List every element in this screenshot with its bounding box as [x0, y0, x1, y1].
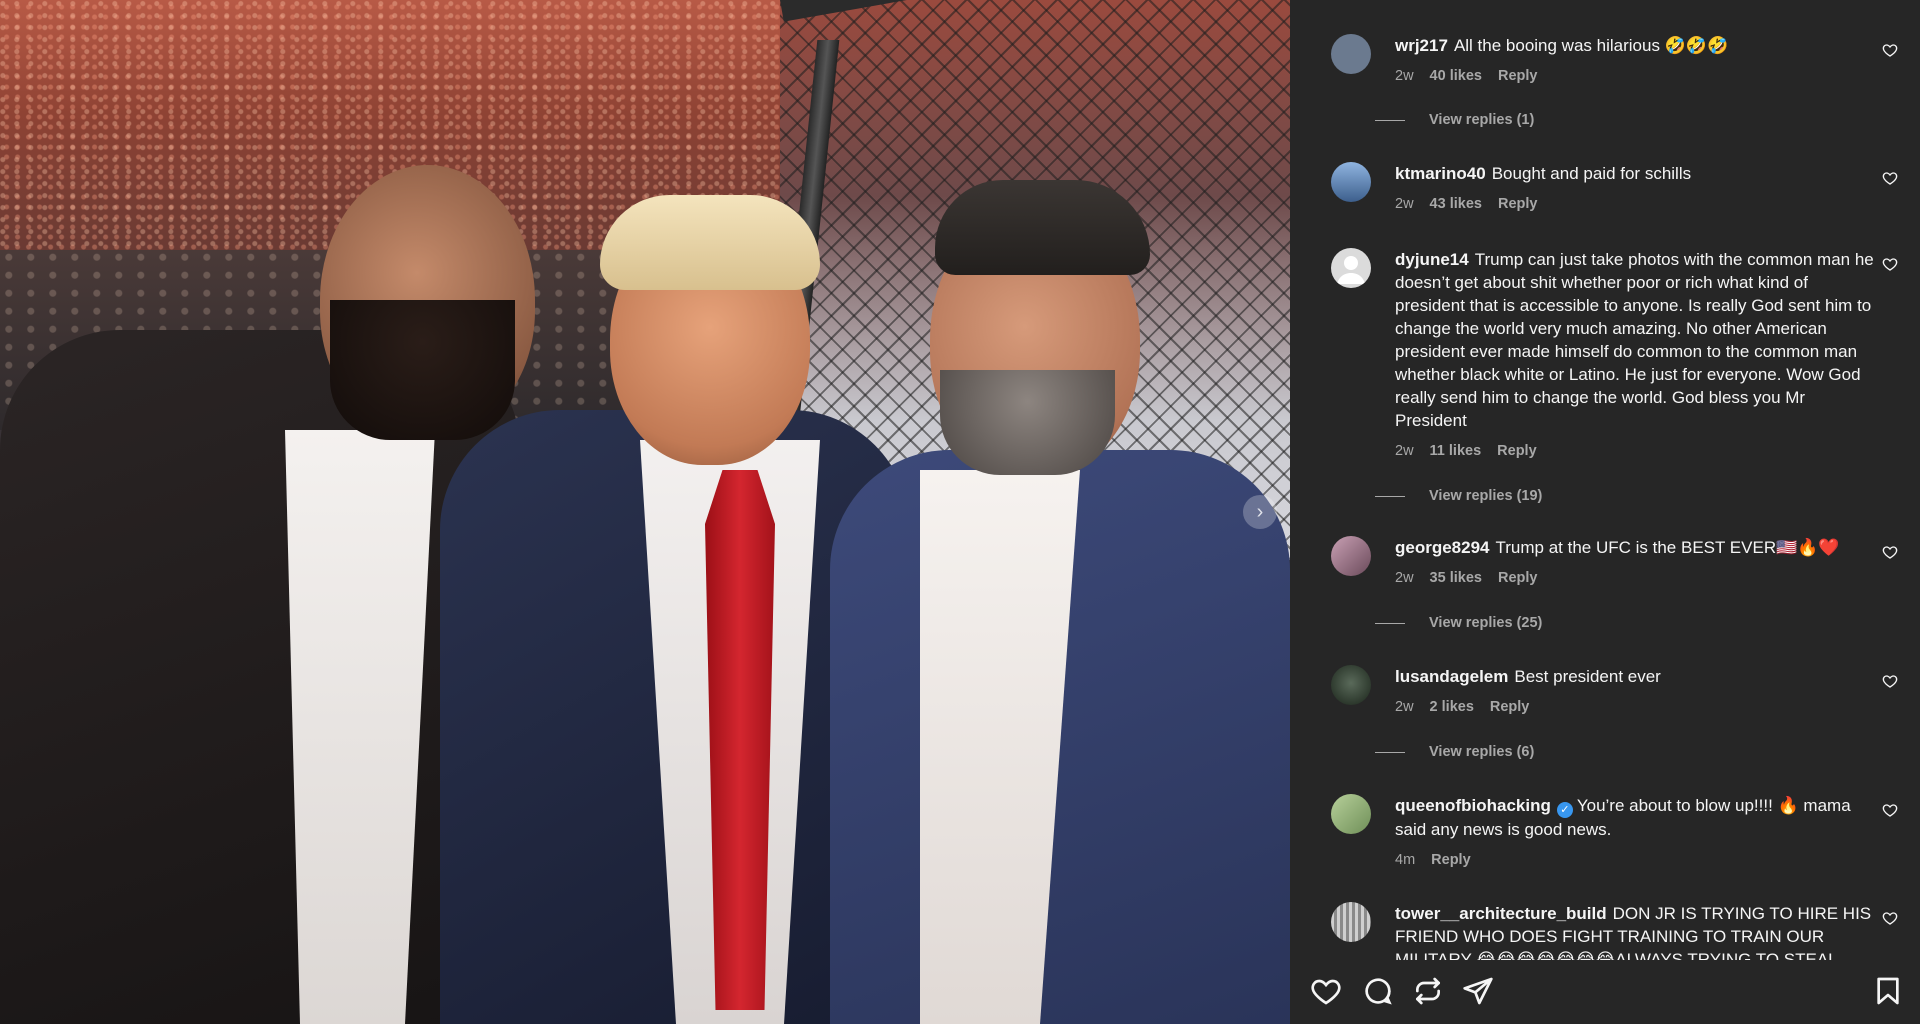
comment-likes[interactable]: 35 likes: [1430, 570, 1482, 586]
heart-icon[interactable]: [1310, 975, 1342, 1007]
heart-icon[interactable]: [1882, 802, 1898, 818]
post-photo[interactable]: ›: [0, 0, 1290, 1024]
heart-icon[interactable]: [1882, 544, 1898, 560]
avatar[interactable]: [1331, 248, 1371, 288]
view-replies-button[interactable]: View replies (25): [1375, 615, 1542, 631]
comment-time[interactable]: 2w: [1395, 443, 1414, 459]
comment-username[interactable]: dyjune14: [1395, 250, 1469, 269]
send-icon[interactable]: [1462, 975, 1494, 1007]
comment-icon[interactable]: [1362, 975, 1394, 1007]
comment-username[interactable]: lusandagelem: [1395, 667, 1508, 686]
view-replies-button[interactable]: View replies (6): [1375, 744, 1534, 760]
comment-username[interactable]: tower__architecture_build: [1395, 904, 1607, 923]
avatar[interactable]: [1331, 902, 1371, 942]
view-replies-label: View replies (25): [1429, 615, 1543, 631]
post-action-bar: [1290, 975, 1920, 1024]
repost-icon[interactable]: [1412, 975, 1444, 1007]
comment-username[interactable]: wrj217: [1395, 36, 1448, 55]
reply-button[interactable]: Reply: [1497, 443, 1537, 459]
comment-time[interactable]: 2w: [1395, 68, 1414, 84]
avatar[interactable]: [1331, 536, 1371, 576]
reply-button[interactable]: Reply: [1431, 852, 1471, 868]
comment-username[interactable]: george8294: [1395, 538, 1490, 557]
heart-icon[interactable]: [1882, 42, 1898, 58]
chevron-right-icon[interactable]: ›: [1243, 495, 1277, 529]
comment-username[interactable]: ktmarino40: [1395, 164, 1486, 183]
comments-panel: wrj217 All the booing was hilarious 🤣🤣🤣 2…: [1290, 0, 1920, 1024]
avatar[interactable]: [1331, 34, 1371, 74]
avatar[interactable]: [1331, 162, 1371, 202]
comment-likes[interactable]: 43 likes: [1430, 196, 1482, 212]
comment-time[interactable]: 4m: [1395, 852, 1415, 868]
comment-likes[interactable]: 40 likes: [1430, 68, 1482, 84]
comment-likes[interactable]: 11 likes: [1430, 443, 1482, 459]
avatar[interactable]: [1331, 794, 1371, 834]
comment-time[interactable]: 2w: [1395, 699, 1414, 715]
verified-badge-icon: ✓: [1556, 802, 1573, 818]
heart-icon[interactable]: [1882, 256, 1898, 272]
view-replies-button[interactable]: View replies (1): [1375, 112, 1534, 128]
comment-body: All the booing was hilarious 🤣🤣🤣: [1453, 36, 1729, 55]
comment-body: Trump at the UFC is the BEST EVER🇺🇸🔥❤️: [1495, 538, 1840, 557]
reply-button[interactable]: Reply: [1498, 570, 1538, 586]
comment-time[interactable]: 2w: [1395, 570, 1414, 586]
comment-body: Trump can just take photos with the comm…: [1395, 250, 1874, 430]
view-replies-label: View replies (19): [1429, 488, 1543, 504]
comment-text: wrj217 All the booing was hilarious 🤣🤣🤣: [1395, 34, 1875, 57]
reply-button[interactable]: Reply: [1498, 68, 1538, 84]
comment-body: Bought and paid for schills: [1491, 164, 1692, 183]
reply-button[interactable]: Reply: [1490, 699, 1530, 715]
view-replies-label: View replies (6): [1429, 744, 1535, 760]
comments-list[interactable]: wrj217 All the booing was hilarious 🤣🤣🤣 2…: [1290, 0, 1920, 960]
view-replies-button[interactable]: View replies (19): [1375, 488, 1542, 504]
heart-icon[interactable]: [1882, 170, 1898, 186]
comment-time[interactable]: 2w: [1395, 196, 1414, 212]
comment-body: Best president ever: [1514, 667, 1661, 686]
view-replies-label: View replies (1): [1429, 112, 1535, 128]
heart-icon[interactable]: [1882, 910, 1898, 926]
reply-button[interactable]: Reply: [1498, 196, 1538, 212]
bookmark-icon[interactable]: [1872, 975, 1904, 1007]
avatar[interactable]: [1331, 665, 1371, 705]
heart-icon[interactable]: [1882, 673, 1898, 689]
comment-username[interactable]: queenofbiohacking: [1395, 796, 1551, 815]
comment-likes[interactable]: 2 likes: [1430, 699, 1474, 715]
